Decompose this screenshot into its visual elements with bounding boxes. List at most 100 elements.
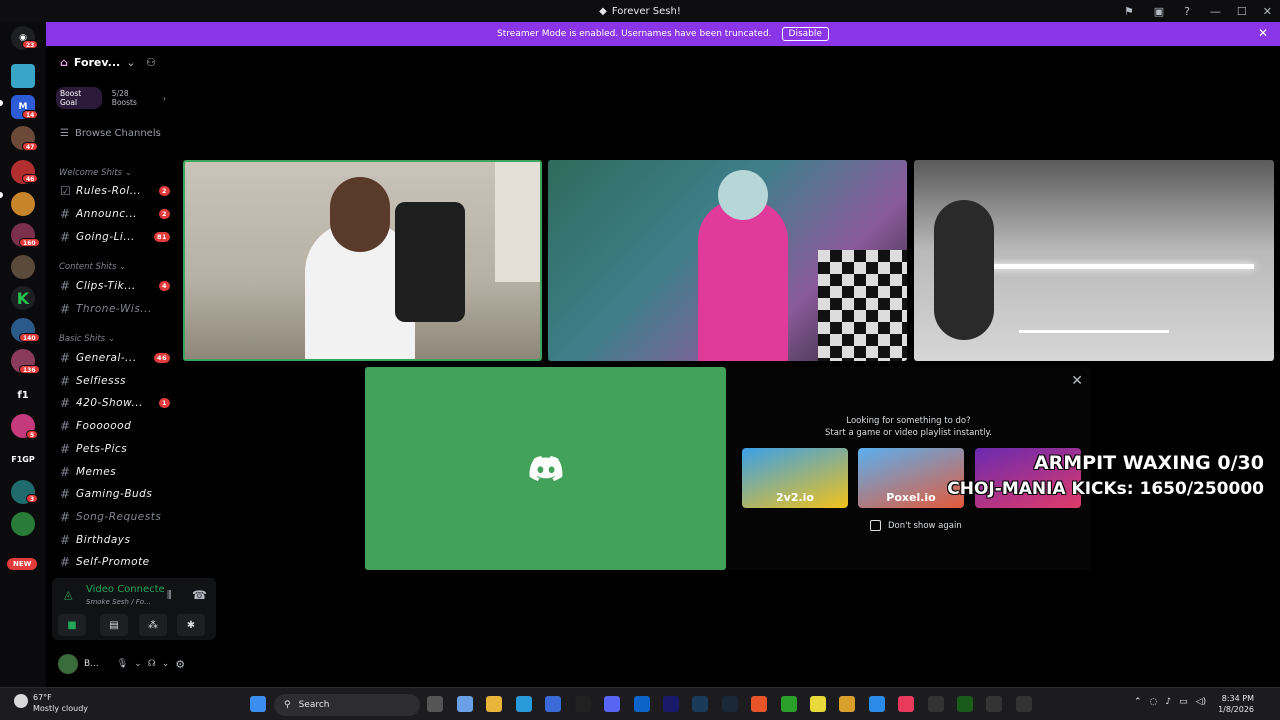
server-f1[interactable]: f1 (11, 383, 35, 407)
steam-icon[interactable] (722, 696, 738, 712)
chair (395, 202, 465, 322)
voice-channel[interactable]: Smoke Sesh / Fo... (86, 598, 151, 606)
network-icon[interactable]: ◌ (1150, 697, 1158, 707)
channel-throne[interactable]: # Throne-Wis... (60, 301, 170, 317)
game-card-2v2[interactable]: 2v2.io (742, 448, 848, 508)
video-tile[interactable] (914, 160, 1274, 361)
camera-button[interactable]: ■ (58, 614, 86, 636)
channel-general[interactable]: # General-... 46 (60, 350, 170, 366)
game-card-poxel[interactable]: Poxel.io (858, 448, 964, 508)
server-header[interactable]: ⌂ Forev... ⌄ ⚇ (60, 56, 156, 69)
category-basic[interactable]: Basic Shits ⌄ (59, 334, 115, 344)
new-tag: NEW (7, 558, 38, 570)
help-icon[interactable]: ? (1184, 5, 1190, 18)
edge-icon[interactable] (516, 696, 532, 712)
channel-birthdays[interactable]: # Birthdays (60, 532, 170, 548)
channel-clips[interactable]: # Clips-Tik... 4 (60, 278, 170, 294)
weather-condition: Mostly cloudy (33, 704, 88, 713)
chevron-down-icon[interactable]: ⌄ (162, 659, 170, 669)
chevron-up-icon[interactable]: ⌃ (1134, 697, 1142, 707)
minimize-button[interactable]: — (1210, 5, 1221, 18)
weather-widget[interactable]: 67°F Mostly cloudy (14, 692, 88, 714)
search-box[interactable]: ⚲ Search (274, 694, 420, 716)
channel-label: Self-Promote (76, 556, 150, 568)
xbox-icon[interactable] (781, 696, 797, 712)
channel-420[interactable]: #420-Show... 1 (60, 395, 170, 411)
video-tile[interactable] (548, 160, 907, 361)
volume-icon[interactable]: ◁) (1196, 697, 1206, 707)
category-welcome[interactable]: Welcome Shits ⌄ (59, 168, 132, 178)
discord-icon[interactable] (604, 696, 620, 712)
settings-gear-icon[interactable]: ⚙ (175, 658, 185, 671)
channel-song-requests[interactable]: # Song-Requests (60, 509, 170, 525)
app-icon[interactable] (1016, 696, 1032, 712)
channel-label: Song-Requests (76, 511, 162, 523)
server-icon[interactable] (11, 192, 35, 216)
epic-games-icon[interactable] (575, 696, 591, 712)
mention-badge: 46 (153, 353, 170, 363)
browser-icon[interactable] (751, 696, 767, 712)
activity-button[interactable]: ⁂ (139, 614, 167, 636)
avatar[interactable] (58, 654, 78, 674)
start-icon[interactable] (250, 696, 266, 712)
channel-rules[interactable]: ☑ Rules-Rol... 2 (60, 183, 170, 199)
kick-server-icon[interactable]: K (11, 286, 35, 310)
app-icon[interactable] (869, 696, 885, 712)
channel-food[interactable]: # Fooooood (60, 418, 170, 434)
channel-label: Birthdays (76, 534, 131, 546)
server-f1gp[interactable]: F1GP (8, 447, 38, 471)
premiere-icon[interactable] (663, 696, 679, 712)
hash-icon: # (60, 419, 71, 433)
noise-icon[interactable]: ⫼ (167, 590, 172, 601)
voice-status: Video Connecte (86, 584, 165, 595)
disable-button[interactable]: Disable (781, 27, 829, 41)
server-icon[interactable] (11, 255, 35, 279)
chevron-down-icon[interactable]: ⌄ (134, 659, 142, 669)
dont-show-again[interactable]: Don't show again (870, 520, 962, 531)
inbox-icon[interactable]: ⚑ (1124, 5, 1134, 18)
microphone-icon[interactable]: 🎙︎ (117, 659, 128, 669)
app-icon[interactable] (986, 696, 1002, 712)
video-tile[interactable] (183, 160, 542, 361)
channel-self-promote[interactable]: # Self-Promote (60, 554, 170, 570)
checkbox[interactable] (870, 520, 881, 531)
nvidia-icon[interactable] (957, 696, 973, 712)
channel-pets[interactable]: # Pets-Pics (60, 441, 170, 457)
browse-channels[interactable]: ☰ Browse Channels (60, 128, 161, 139)
store-icon[interactable] (545, 696, 561, 712)
microphone-icon[interactable]: ♪ (1165, 697, 1171, 707)
task-view-icon[interactable] (427, 696, 443, 712)
channel-gaming[interactable]: # Gaming-Buds (60, 486, 170, 502)
mention-badge: 2 (158, 209, 170, 219)
server-icon[interactable] (11, 512, 35, 536)
disconnect-icon[interactable]: ☎ (192, 588, 207, 602)
chrome-icon[interactable] (810, 696, 826, 712)
screenshare-button[interactable]: ▤ (100, 614, 128, 636)
channel-announcements[interactable]: # Announc... 2 (60, 206, 170, 222)
copilot-icon[interactable] (457, 696, 473, 712)
category-content[interactable]: Content Shits ⌄ (59, 262, 126, 272)
soundboard-button[interactable]: ✱ (177, 614, 205, 636)
headphones-icon[interactable]: ☊ (148, 659, 156, 669)
boost-goal[interactable]: Boost Goal 5/28 Boosts › (56, 87, 166, 109)
close-icon[interactable]: ✕ (1071, 373, 1083, 389)
file-explorer-icon[interactable] (486, 696, 502, 712)
obs-icon[interactable] (928, 696, 944, 712)
app-icon[interactable] (839, 696, 855, 712)
activity-placeholder[interactable] (365, 367, 726, 570)
maximize-button[interactable]: ☐ (1237, 5, 1247, 18)
lightroom-icon[interactable] (692, 696, 708, 712)
display-icon[interactable]: ▭ (1179, 697, 1188, 707)
close-banner-icon[interactable]: ✕ (1258, 26, 1268, 40)
clock[interactable]: 8:34 PM 1/8/2026 (1218, 693, 1254, 715)
monitor-icon[interactable]: ▣ (1154, 5, 1164, 18)
close-button[interactable]: ✕ (1263, 5, 1272, 18)
outlook-icon[interactable] (634, 696, 650, 712)
channel-going-live[interactable]: # Going-Li... 81 (60, 229, 170, 245)
channel-selfies[interactable]: # Selfiesss (60, 373, 170, 389)
channel-memes[interactable]: # Memes (60, 464, 170, 480)
username[interactable]: B... (84, 659, 99, 669)
server-icon[interactable] (11, 64, 35, 88)
music-icon[interactable] (898, 696, 914, 712)
add-member-icon[interactable]: ⚇ (146, 56, 156, 69)
